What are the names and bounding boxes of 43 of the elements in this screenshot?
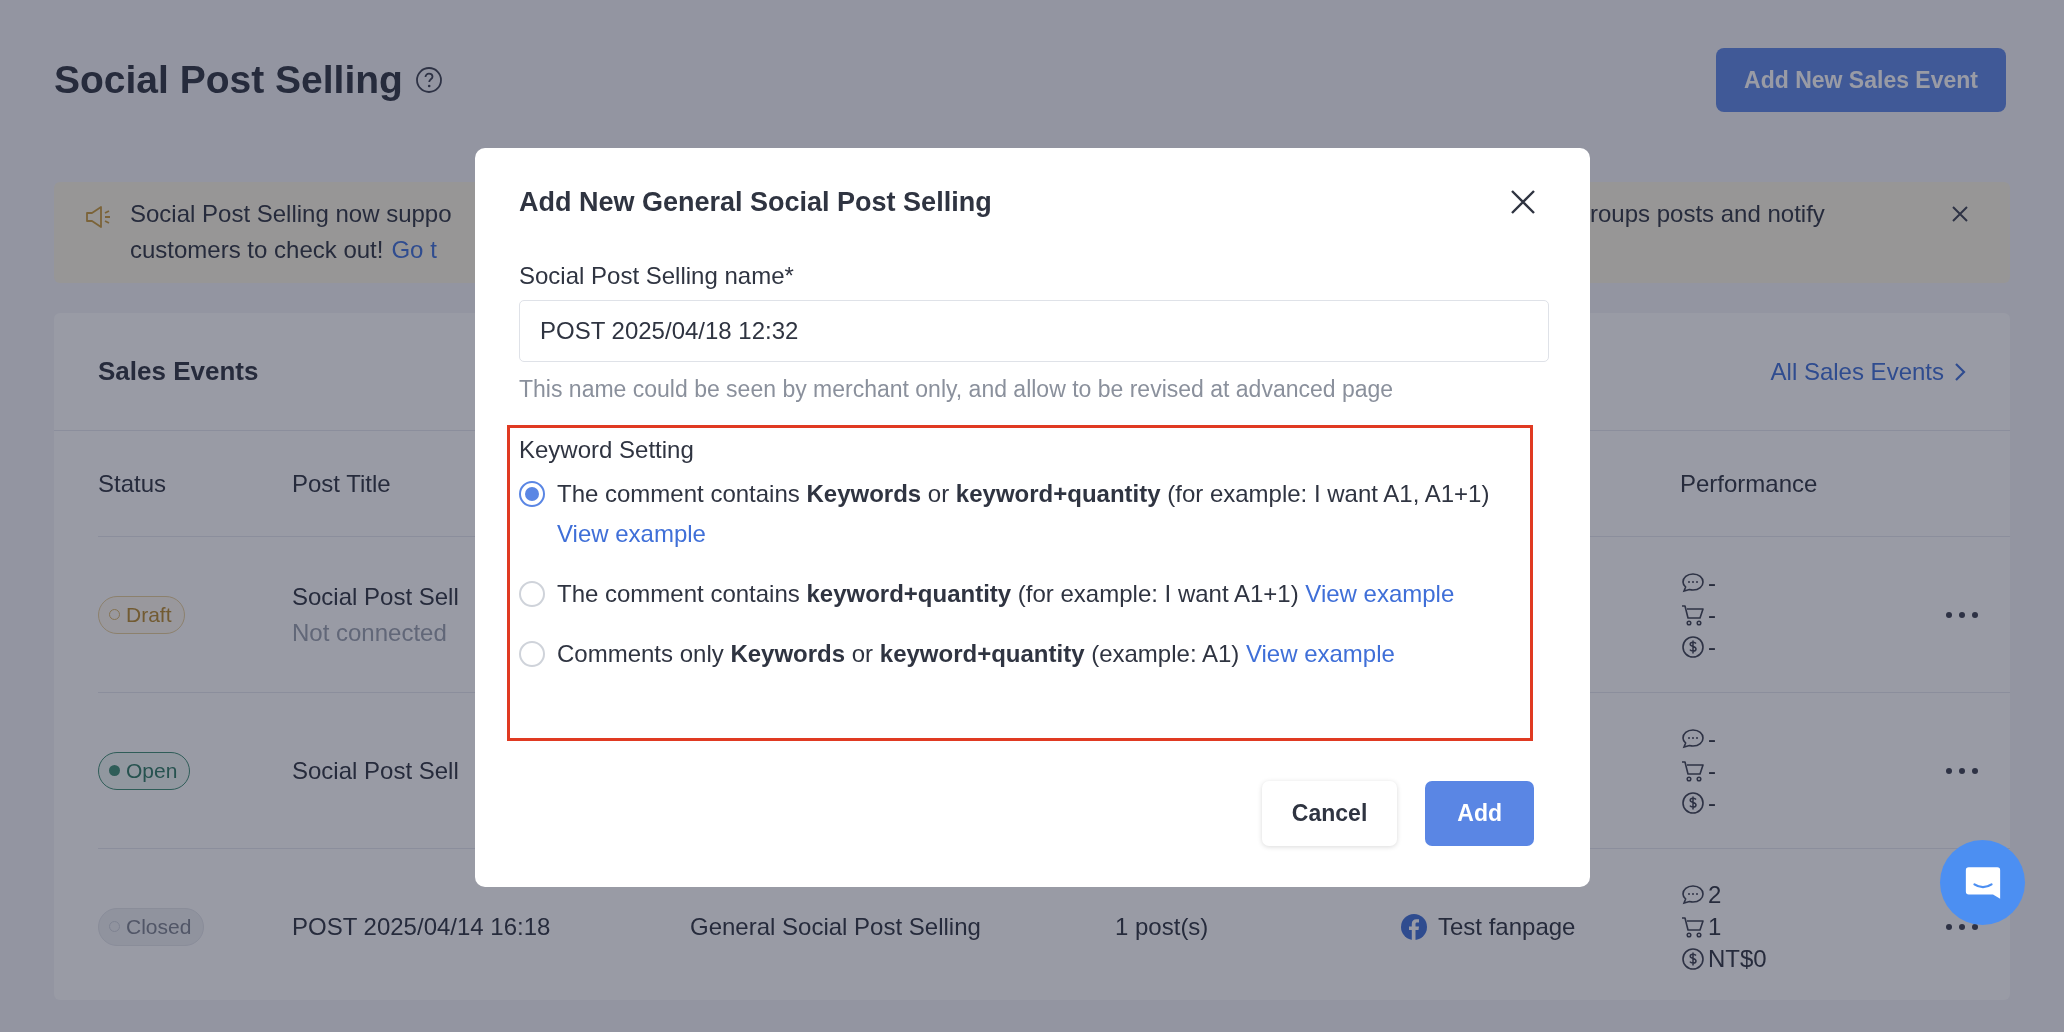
comment-count: 2: [1708, 880, 1722, 909]
dialog-title: Add New General Social Post Selling: [519, 186, 992, 218]
post-title: POST 2025/04/14 16:18: [292, 912, 551, 941]
post-count: 1 post(s): [1115, 912, 1209, 941]
section-title: Sales Events: [98, 356, 259, 387]
banner-text: customers to check out!: [130, 236, 384, 264]
post-title: Social Post Sell: [292, 582, 459, 611]
view-example-link[interactable]: View example: [1305, 580, 1455, 607]
event-type: General Social Post Selling: [690, 912, 981, 941]
keyword-setting-label: Keyword Setting: [519, 436, 695, 464]
field-label: Social Post Selling name*: [519, 262, 795, 290]
sales-amount: -: [1708, 788, 1716, 817]
add-sales-event-button[interactable]: Add New Sales Event: [1716, 48, 2006, 112]
view-example-link[interactable]: View example: [1245, 640, 1395, 667]
connection-status: Not connected: [292, 618, 447, 647]
all-sales-events-link[interactable]: All Sales Events: [1770, 357, 1966, 386]
view-example-link[interactable]: View example: [557, 520, 706, 547]
status-badge: Draft: [98, 595, 185, 634]
banner-text: Social Post Selling now suppo: [130, 200, 453, 228]
cancel-button[interactable]: Cancel: [1261, 781, 1398, 846]
option-text: The comment contains keyword+quantity (for example: I want A1+1) View example: [557, 579, 1456, 609]
sales-amount: -: [1708, 632, 1716, 661]
order-count: -: [1708, 756, 1716, 785]
channel-name: Test fanpage: [1438, 912, 1576, 941]
page-title: Social Post Selling: [54, 58, 403, 102]
field-hint: This name could be seen by merchant only, and allow to be revised at advanced page: [519, 376, 1395, 403]
column-header: Post Title: [292, 469, 391, 498]
comment-count: -: [1708, 724, 1716, 753]
post-title: Social Post Sell: [292, 756, 459, 785]
add-button[interactable]: Add: [1425, 781, 1534, 846]
sales-amount: NT$0: [1708, 944, 1767, 973]
name-input-field[interactable]: POST 2025/04/18 12:32: [519, 300, 1549, 362]
status-badge: Open: [98, 751, 191, 790]
comment-count: -: [1708, 568, 1716, 597]
banner-text: roups posts and notify: [1590, 200, 1826, 228]
column-header: Status: [98, 469, 167, 498]
option-text: Comments only Keywords or keyword+quantity (example: A1) View example: [557, 639, 1396, 669]
order-count: 1: [1708, 912, 1722, 941]
banner-link[interactable]: Go t: [391, 236, 437, 264]
option-text: The comment contains Keywords or keyword+quantity (for example: I want A1, A1+1) View example: [557, 479, 1491, 549]
status-badge: Closed: [98, 907, 205, 946]
order-count: -: [1708, 600, 1716, 629]
column-header: Performance: [1680, 469, 1818, 498]
